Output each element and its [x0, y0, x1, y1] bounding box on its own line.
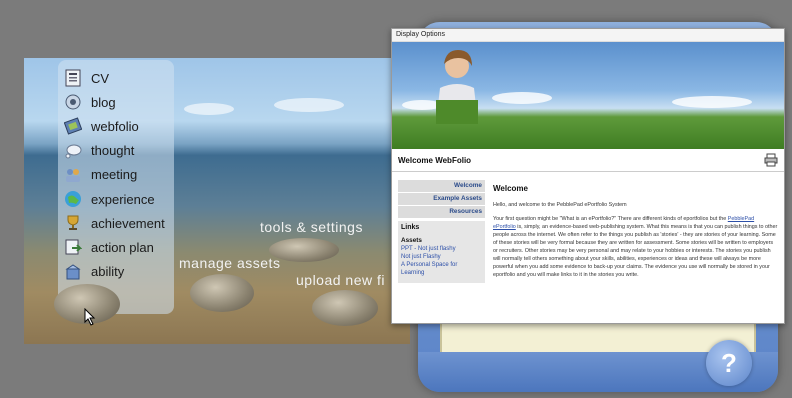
scenic-panel: CV blog webfolio thought meeting experie… [24, 58, 410, 344]
main-content: Welcome Hello, and welcome to the Pebble… [493, 180, 778, 285]
menu-item-label: action plan [91, 239, 154, 255]
asset-link[interactable]: A Personal Space for Learning [401, 261, 482, 277]
links-box: Links Assets PPT - Not just flashy Not j… [398, 221, 485, 283]
menu-item-label: CV [91, 70, 110, 86]
upload-new-file-link[interactable]: upload new fi [296, 272, 385, 288]
menu-item-cv[interactable]: CV [58, 66, 174, 90]
asset-link[interactable]: PPT - Not just flashy [401, 245, 482, 253]
intro-text: Hello, and welcome to the PebblePad ePor… [493, 202, 627, 208]
menu-item-experience[interactable]: experience [58, 187, 174, 211]
menu-item-action-plan[interactable]: action plan [58, 235, 174, 259]
body-text: Your first question might be "What is an… [493, 215, 778, 279]
cloud [492, 92, 552, 104]
upload-stone[interactable] [312, 290, 378, 326]
print-icon[interactable] [764, 153, 778, 167]
menu-item-label: experience [91, 191, 155, 207]
content-heading: Welcome [493, 184, 528, 193]
nav-resources[interactable]: Resources [398, 206, 485, 219]
tools-settings-stone[interactable] [269, 238, 339, 262]
banner-image [392, 42, 784, 149]
menu-item-label: ability [91, 264, 125, 280]
action-plan-icon [64, 238, 82, 256]
assets-title: Assets [401, 237, 422, 244]
manage-assets-link[interactable]: manage assets [179, 255, 280, 271]
menu-item-label: achievement [91, 215, 165, 231]
thought-icon [64, 142, 82, 160]
menu-item-ability[interactable]: ability [58, 260, 174, 284]
menu-item-webfolio[interactable]: webfolio [58, 114, 174, 138]
body-text-part: is, simply, an evidence-based web-publis… [493, 224, 778, 278]
body-text-part: Your first question might be "What is an… [493, 216, 728, 222]
cloud [672, 96, 752, 108]
cloud [274, 98, 344, 112]
tools-settings-link[interactable]: tools & settings [260, 219, 363, 235]
links-title: Links [401, 224, 420, 231]
window-titlebar[interactable]: Display Options [392, 29, 784, 42]
welcome-window: Display Options Welcome WebFolio Welcome… [391, 28, 785, 324]
page-title: Welcome WebFolio [398, 155, 472, 165]
asset-link[interactable]: Not just Flashy [401, 253, 482, 261]
menu-item-label: blog [91, 94, 116, 110]
blog-icon [64, 93, 82, 111]
achievement-icon [64, 214, 82, 232]
menu-item-label: thought [91, 143, 135, 159]
welcome-header: Welcome WebFolio [392, 149, 784, 172]
menu-item-blog[interactable]: blog [58, 90, 174, 114]
experience-icon [64, 190, 82, 208]
girl-photo [436, 50, 478, 124]
menu-item-achievement[interactable]: achievement [58, 211, 174, 235]
cv-icon [64, 69, 82, 87]
asset-menu: CV blog webfolio thought meeting experie… [58, 60, 174, 314]
menu-item-label: meeting [91, 167, 138, 183]
nav-example-assets[interactable]: Example Assets [398, 193, 485, 206]
nav-welcome[interactable]: Welcome [398, 180, 485, 193]
menu-item-meeting[interactable]: meeting [58, 163, 174, 187]
menu-item-thought[interactable]: thought [58, 139, 174, 163]
mouse-pointer-icon [84, 308, 96, 326]
cloud [184, 103, 234, 115]
webfolio-icon [64, 117, 82, 136]
manage-assets-stone[interactable] [190, 274, 254, 312]
help-button[interactable]: ? [706, 340, 752, 386]
ability-icon [64, 263, 82, 281]
side-navigation: Welcome Example Assets Resources Links A… [398, 180, 485, 285]
menu-item-label: webfolio [91, 118, 139, 134]
meeting-icon [64, 166, 82, 184]
